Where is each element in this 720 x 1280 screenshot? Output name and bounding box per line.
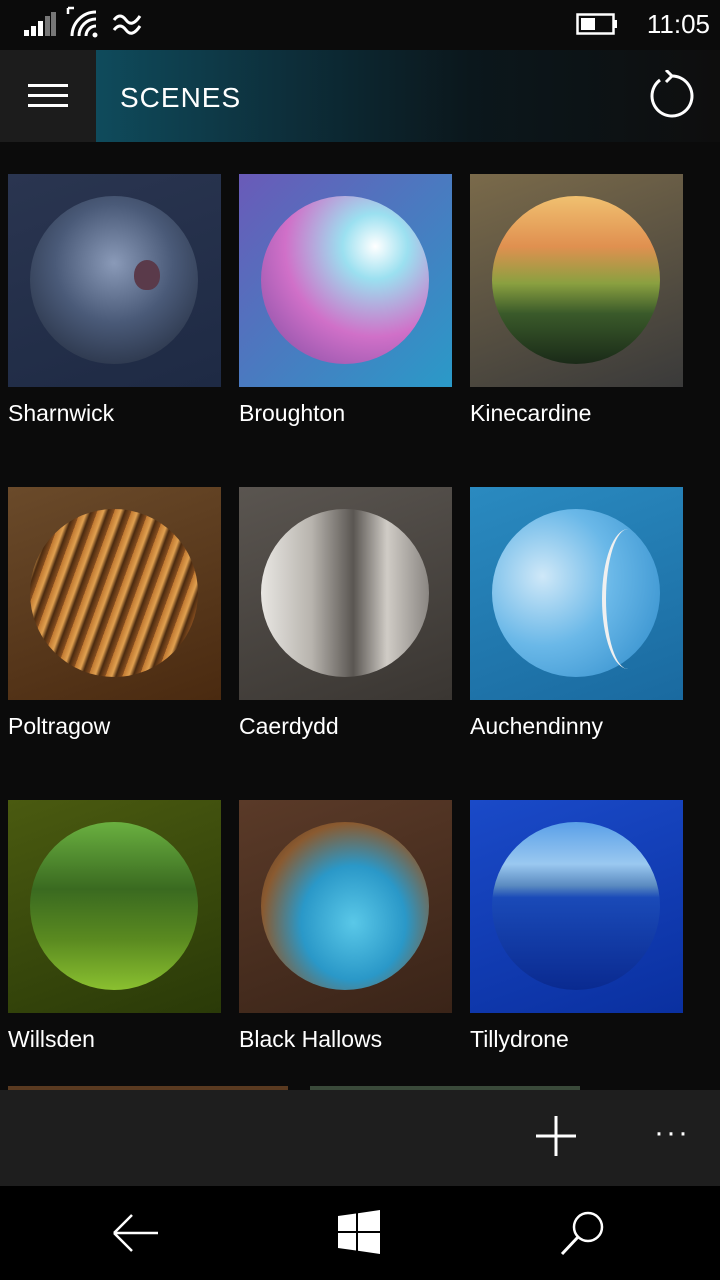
scene-tile-poltragow[interactable]: Poltragow: [8, 487, 222, 739]
ferris-wheel-image: [492, 509, 660, 677]
scene-label: Broughton: [239, 400, 346, 426]
scene-thumbnail: [8, 800, 221, 1013]
search-icon[interactable]: [558, 1208, 608, 1258]
navigation-bar: [0, 1186, 720, 1280]
wifi-icon: [66, 6, 98, 38]
windows-icon[interactable]: [336, 1210, 382, 1256]
scene-thumbnail: [8, 487, 221, 700]
interior-stairs-image: [261, 509, 429, 677]
clock: 11:05: [646, 9, 710, 39]
scene-tile-black-hallows[interactable]: Black Hallows: [239, 800, 453, 1052]
header: SCENES: [0, 50, 720, 142]
scene-thumbnail: [470, 487, 683, 700]
scene-tile-sharnwick[interactable]: Sharnwick: [8, 174, 222, 426]
scene-thumbnail: [8, 174, 221, 387]
scene-tile-broughton[interactable]: Broughton: [239, 174, 453, 426]
hamburger-icon: [28, 84, 68, 107]
app-bar: ···: [0, 1090, 720, 1186]
scene-label: Auchendinny: [470, 713, 603, 739]
battery-icon: [576, 13, 617, 35]
scene-tile-tillydrone[interactable]: Tillydrone: [470, 800, 684, 1052]
scene-thumbnail: [239, 487, 452, 700]
green-forest-image: [30, 822, 198, 990]
scene-thumbnail: [470, 174, 683, 387]
more-button[interactable]: ···: [648, 1118, 696, 1158]
menu-button[interactable]: [0, 50, 96, 142]
data-icon: [112, 14, 142, 35]
blue-sea-image: [492, 822, 660, 990]
page-title: SCENES: [120, 82, 242, 113]
scene-tile-kinecardine[interactable]: Kinecardine: [470, 174, 684, 426]
scene-label: Caerdydd: [239, 713, 339, 739]
plus-icon[interactable]: [530, 1110, 582, 1162]
scene-thumbnail: [470, 800, 683, 1013]
scene-label: Kinecardine: [470, 400, 592, 426]
back-icon[interactable]: [110, 1210, 162, 1256]
hot-air-balloon-image: [30, 196, 198, 364]
scene-thumbnail: [239, 174, 452, 387]
signal-icon: [24, 12, 56, 36]
cherry-blossom-image: [261, 196, 429, 364]
scene-tile-willsden[interactable]: Willsden: [8, 800, 222, 1052]
scene-label: Sharnwick: [8, 400, 115, 426]
scene-label: Tillydrone: [470, 1026, 569, 1052]
scene-label: Poltragow: [8, 713, 111, 739]
scene-label: Black Hallows: [239, 1026, 383, 1052]
scene-tile-auchendinny[interactable]: Auchendinny: [470, 487, 684, 739]
scene-label: Willsden: [8, 1026, 95, 1052]
refresh-icon[interactable]: [646, 70, 698, 122]
scene-thumbnail: [239, 800, 452, 1013]
forest-landscape-image: [492, 196, 660, 364]
scene-tile-caerdydd[interactable]: Caerdydd: [239, 487, 453, 739]
hangers-image: [30, 509, 198, 677]
sea-cave-image: [261, 822, 429, 990]
status-bar: 11:05: [0, 0, 720, 50]
